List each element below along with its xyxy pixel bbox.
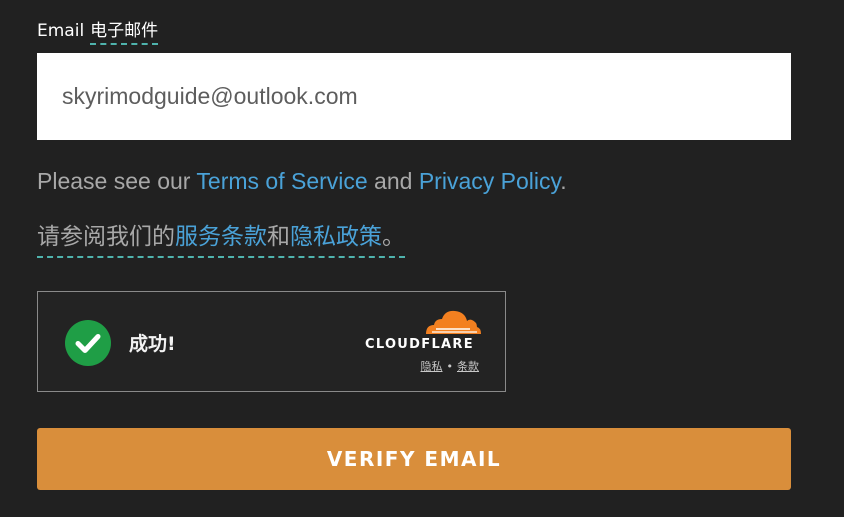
captcha-footer-links: 隐私 • 条款	[421, 358, 480, 374]
terms-of-service-link-cn[interactable]: 服务条款	[175, 224, 267, 250]
terms-of-service-link[interactable]: Terms of Service	[196, 168, 367, 194]
cloudflare-captcha-widget[interactable]: 成功! CLOUDFLARE 隐私 • 条款	[37, 291, 506, 392]
cloudflare-logo-icon	[426, 310, 481, 334]
privacy-policy-link[interactable]: Privacy Policy	[419, 168, 560, 194]
terms-cn-conjunction: 和	[267, 224, 290, 250]
terms-notice-chinese: 请参阅我们的服务条款和隐私政策。	[37, 217, 405, 258]
terms-cn-prefix: 请参阅我们的	[37, 224, 175, 250]
email-label-text: Email	[37, 21, 85, 41]
captcha-privacy-link[interactable]: 隐私	[421, 360, 443, 373]
email-field-container	[37, 53, 791, 140]
captcha-status-text: 成功!	[129, 333, 176, 355]
captcha-terms-link[interactable]: 条款	[457, 360, 479, 373]
email-label-translation: 电子邮件	[90, 16, 159, 45]
terms-conjunction: and	[367, 168, 419, 194]
email-field-label: Email 电子邮件	[37, 16, 159, 45]
verify-email-button[interactable]: VERIFY EMAIL	[37, 428, 791, 490]
terms-suffix: .	[560, 168, 567, 194]
terms-cn-suffix: 。	[382, 224, 405, 250]
cloudflare-wordmark: CLOUDFLARE	[365, 337, 474, 352]
check-circle-icon	[65, 320, 111, 366]
terms-notice-english: Please see our Terms of Service and Priv…	[37, 168, 567, 195]
email-field[interactable]	[62, 83, 762, 110]
terms-prefix: Please see our	[37, 168, 197, 194]
privacy-policy-link-cn[interactable]: 隐私政策	[290, 224, 382, 250]
verify-email-form: Email 电子邮件 Please see our Terms of Servi…	[0, 0, 844, 517]
captcha-separator: •	[446, 360, 454, 373]
